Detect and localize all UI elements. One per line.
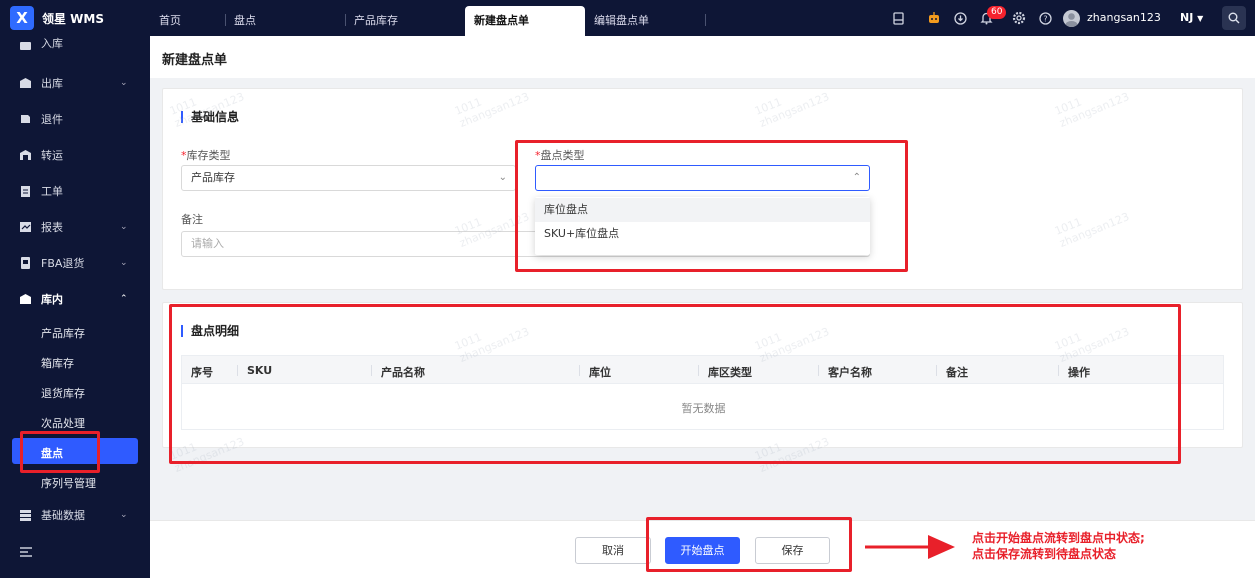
save-button[interactable]: 保存 bbox=[755, 537, 830, 564]
stock-type-select[interactable]: 产品库存 ⌄ bbox=[181, 165, 516, 191]
stock-type-value: 产品库存 bbox=[191, 171, 235, 184]
count-type-dropdown: 库位盘点 SKU+库位盘点 bbox=[535, 197, 870, 255]
sidebar-sub-product-stock[interactable]: 产品库存 bbox=[41, 325, 85, 341]
count-type-select[interactable]: ⌃ bbox=[535, 165, 870, 191]
col-sku: SKU bbox=[247, 364, 273, 377]
sidebar-item-in-warehouse[interactable]: 库内 ⌃ bbox=[0, 286, 150, 312]
tab-new-count-order[interactable]: 新建盘点单 bbox=[465, 6, 585, 36]
printer-icon[interactable] bbox=[890, 10, 906, 26]
count-type-option[interactable]: SKU+库位盘点 bbox=[535, 222, 870, 246]
start-count-button[interactable]: 开始盘点 bbox=[665, 537, 740, 564]
detail-table-body: 暂无数据 bbox=[181, 384, 1224, 430]
sidebar: 入库 出库 ⌄ 退件 转运 工单 报表 ⌄ FBA退货 ⌄ 库内 ⌃ 产品库存 … bbox=[0, 36, 150, 578]
page-header: 新建盘点单 bbox=[150, 36, 1255, 78]
collapse-menu-icon[interactable] bbox=[19, 546, 33, 558]
warehouse-icon bbox=[19, 293, 32, 305]
tab-home[interactable]: 首页 bbox=[150, 6, 220, 36]
caret-down-icon: ▼ bbox=[1197, 14, 1204, 23]
sidebar-item-reports[interactable]: 报表 ⌄ bbox=[0, 214, 150, 240]
sidebar-item-base-data[interactable]: 基础数据 ⌄ bbox=[0, 502, 150, 528]
chevron-down-icon: ⌄ bbox=[120, 258, 128, 268]
cancel-button[interactable]: 取消 bbox=[575, 537, 651, 564]
top-navbar: X 领星 WMS 首页 盘点 产品库存 新建盘点单 编辑盘点单 60 ? zha… bbox=[0, 0, 1255, 36]
return-icon bbox=[19, 113, 32, 125]
robot-icon[interactable] bbox=[926, 10, 942, 26]
sidebar-item-workorder[interactable]: 工单 bbox=[0, 178, 150, 204]
page-title: 新建盘点单 bbox=[162, 53, 228, 68]
inbound-icon bbox=[19, 39, 32, 51]
report-icon bbox=[19, 221, 32, 233]
basic-info-title: 基础信息 bbox=[181, 111, 239, 123]
count-type-option[interactable]: 库位盘点 bbox=[535, 198, 870, 222]
sidebar-item-fba-returns[interactable]: FBA退货 ⌄ bbox=[0, 250, 150, 276]
empty-state: 暂无数据 bbox=[681, 402, 726, 415]
col-customer-name: 客户名称 bbox=[828, 366, 872, 379]
annotation-arrow-icon bbox=[865, 535, 955, 559]
detail-title: 盘点明细 bbox=[181, 325, 239, 337]
sidebar-sub-inventory-count-active[interactable] bbox=[12, 438, 138, 464]
chevron-down-icon: ⌄ bbox=[120, 222, 128, 232]
tab-inventory-count[interactable]: 盘点 bbox=[225, 6, 335, 36]
logo-icon: X bbox=[10, 6, 34, 30]
chevron-up-icon: ⌃ bbox=[852, 172, 861, 183]
main-content: 新建盘点单 基础信息 *库存类型 产品库存 ⌄ *盘点类型 ⌃ 备注 请输入 库… bbox=[150, 36, 1255, 578]
avatar[interactable] bbox=[1063, 10, 1080, 27]
app-logo[interactable]: X 领星 WMS bbox=[10, 6, 150, 30]
warehouse-switcher[interactable]: NJ ▼ bbox=[1180, 11, 1203, 24]
workorder-icon bbox=[19, 185, 32, 197]
sidebar-item-transfer[interactable]: 转运 bbox=[0, 142, 150, 168]
col-index: 序号 bbox=[191, 366, 213, 379]
chevron-up-icon: ⌃ bbox=[120, 294, 128, 304]
sidebar-sub-defect-handling[interactable]: 次品处理 bbox=[41, 415, 85, 431]
remark-placeholder: 请输入 bbox=[191, 237, 224, 250]
username[interactable]: zhangsan123 bbox=[1087, 11, 1161, 24]
warehouse-code: NJ bbox=[1180, 11, 1194, 24]
download-icon[interactable] bbox=[952, 10, 968, 26]
annotation-note: 点击开始盘点流转到盘点中状态; 点击保存流转到待盘点状态 bbox=[972, 530, 1145, 562]
col-location: 库位 bbox=[589, 366, 611, 379]
stock-type-label: *库存类型 bbox=[181, 149, 231, 162]
sidebar-item-inbound[interactable]: 入库 bbox=[0, 35, 150, 55]
remark-label: 备注 bbox=[181, 213, 203, 226]
sidebar-sub-return-stock[interactable]: 退货库存 bbox=[41, 385, 85, 401]
svg-text:?: ? bbox=[1043, 14, 1047, 23]
sidebar-item-returns[interactable]: 退件 bbox=[0, 106, 150, 132]
col-zone-type: 库区类型 bbox=[708, 366, 752, 379]
tab-product-stock[interactable]: 产品库存 bbox=[345, 6, 455, 36]
notification-badge: 60 bbox=[987, 6, 1007, 19]
tab-edit-count-order[interactable]: 编辑盘点单 bbox=[585, 6, 700, 36]
gear-icon[interactable] bbox=[1011, 10, 1027, 26]
sidebar-item-outbound[interactable]: 出库 ⌄ bbox=[0, 70, 150, 96]
annotation-line-1: 点击开始盘点流转到盘点中状态; bbox=[972, 531, 1145, 545]
annotation-line-2: 点击保存流转到待盘点状态 bbox=[972, 547, 1117, 561]
fba-icon bbox=[19, 257, 32, 269]
col-product-name: 产品名称 bbox=[381, 366, 425, 379]
help-icon[interactable]: ? bbox=[1037, 10, 1053, 26]
chevron-down-icon: ⌄ bbox=[498, 172, 507, 183]
sidebar-sub-inventory-count[interactable]: 盘点 bbox=[41, 445, 63, 461]
detail-table-header: 序号 SKU 产品名称 库位 库区类型 客户名称 备注 操作 bbox=[181, 355, 1224, 384]
app-name: 领星 WMS bbox=[42, 11, 104, 26]
col-remark: 备注 bbox=[946, 366, 968, 379]
chevron-down-icon: ⌄ bbox=[120, 78, 128, 88]
search-icon[interactable] bbox=[1222, 6, 1246, 30]
basedata-icon bbox=[19, 509, 32, 521]
sidebar-sub-box-stock[interactable]: 箱库存 bbox=[41, 355, 74, 371]
transfer-icon bbox=[19, 149, 32, 161]
chevron-down-icon: ⌄ bbox=[120, 510, 128, 520]
count-type-label: *盘点类型 bbox=[535, 149, 585, 162]
sidebar-sub-serial-number[interactable]: 序列号管理 bbox=[41, 475, 96, 491]
outbound-icon bbox=[19, 77, 32, 89]
col-actions: 操作 bbox=[1068, 366, 1090, 379]
